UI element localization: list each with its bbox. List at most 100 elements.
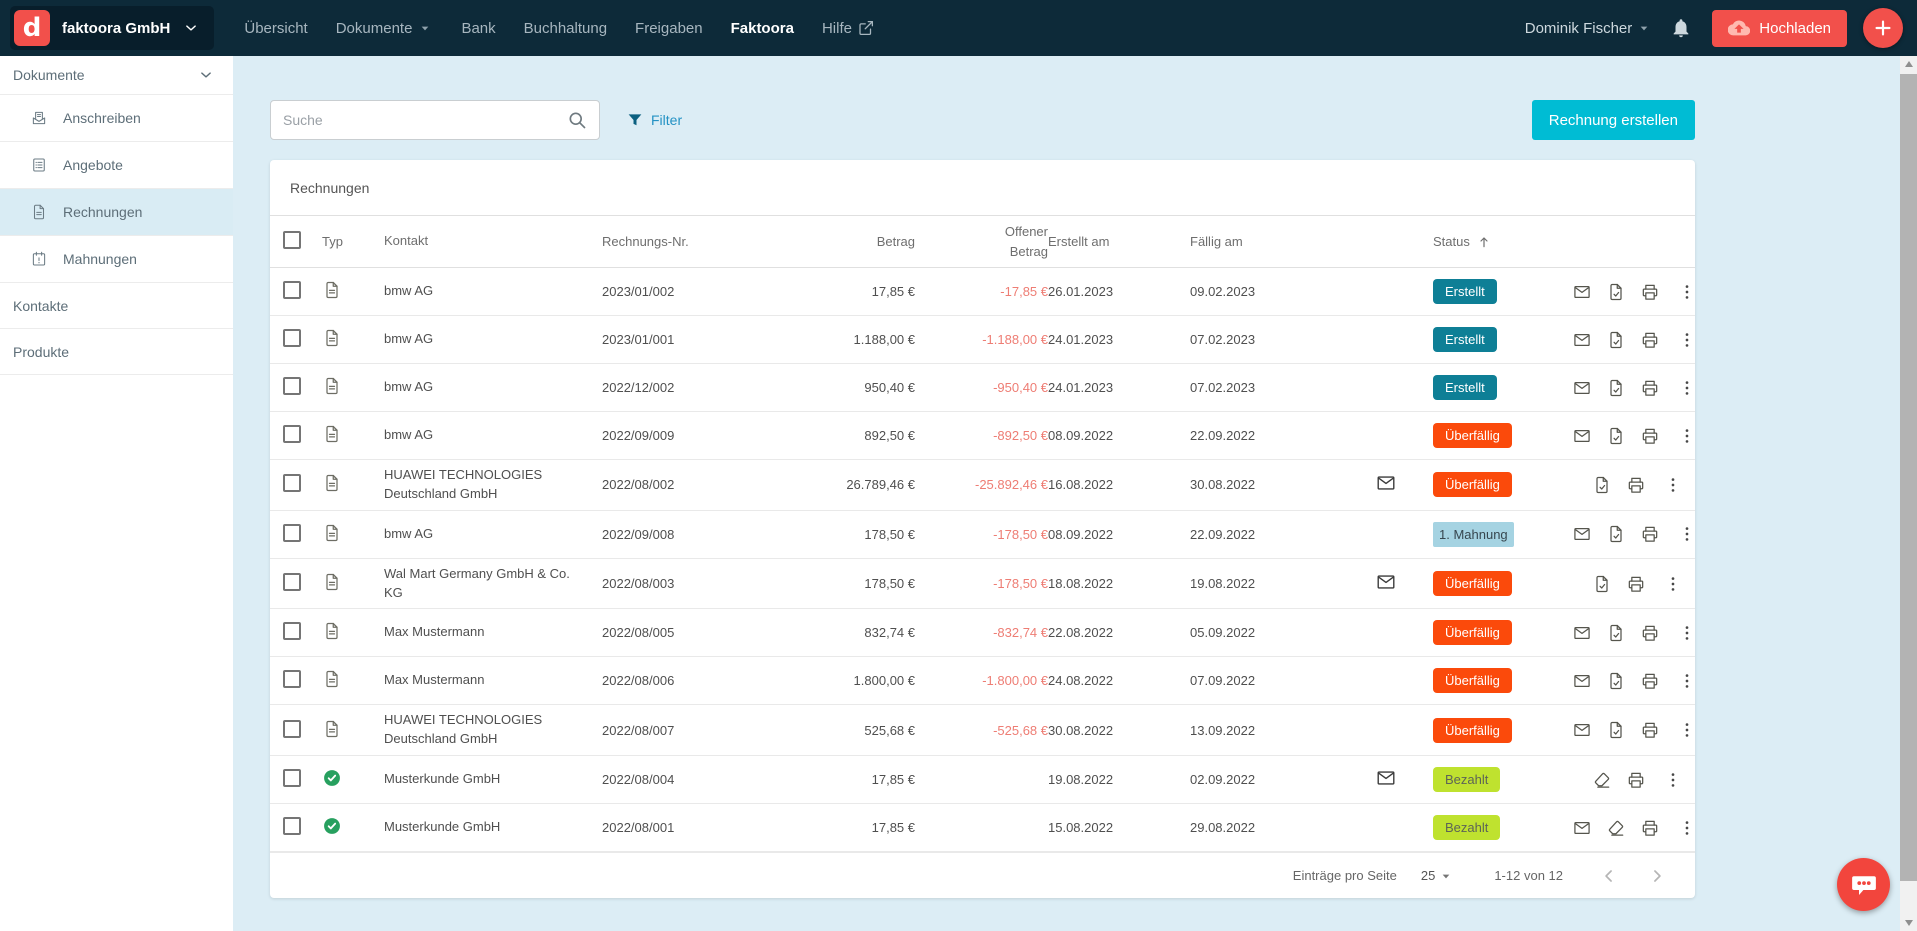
next-page-button[interactable] bbox=[1647, 866, 1667, 886]
row-checkbox[interactable] bbox=[283, 474, 301, 492]
file-check-button[interactable] bbox=[1599, 282, 1633, 302]
company-selector[interactable]: d faktoora GmbH bbox=[10, 6, 214, 50]
printer-button[interactable] bbox=[1633, 720, 1667, 740]
table-row[interactable]: Max Mustermann2022/08/0061.800,00 €-1.80… bbox=[270, 657, 1695, 705]
envelope-button[interactable] bbox=[1565, 818, 1599, 838]
file-check-button[interactable] bbox=[1599, 524, 1633, 544]
kebab-menu-button[interactable] bbox=[1667, 330, 1699, 350]
kebab-menu-button[interactable] bbox=[1667, 720, 1699, 740]
row-checkbox[interactable] bbox=[283, 377, 301, 395]
printer-button[interactable] bbox=[1633, 818, 1667, 838]
column-header-kontakt[interactable]: Kontakt bbox=[384, 226, 602, 257]
row-checkbox[interactable] bbox=[283, 281, 301, 299]
column-header-typ[interactable]: Typ bbox=[322, 228, 384, 255]
table-row[interactable]: Wal Mart Germany GmbH & Co. KG2022/08/00… bbox=[270, 559, 1695, 610]
sidebar-item-mahnungen[interactable]: Mahnungen bbox=[0, 236, 233, 283]
column-header-faellig-am[interactable]: Fällig am bbox=[1190, 228, 1338, 255]
table-row[interactable]: bmw AG2023/01/0011.188,00 €-1.188,00 €24… bbox=[270, 316, 1695, 364]
printer-button[interactable] bbox=[1619, 770, 1653, 790]
prev-page-button[interactable] bbox=[1599, 866, 1619, 886]
scrollbar-up-arrow[interactable] bbox=[1900, 56, 1917, 72]
envelope-button[interactable] bbox=[1565, 378, 1599, 398]
add-button[interactable] bbox=[1863, 8, 1903, 48]
printer-button[interactable] bbox=[1633, 623, 1667, 643]
scrollbar[interactable] bbox=[1900, 56, 1917, 931]
envelope-button[interactable] bbox=[1565, 671, 1599, 691]
envelope-button[interactable] bbox=[1565, 720, 1599, 740]
nav-item-buchhaltung[interactable]: Buchhaltung bbox=[510, 0, 621, 56]
printer-button[interactable] bbox=[1619, 475, 1653, 495]
printer-button[interactable] bbox=[1633, 524, 1667, 544]
file-check-button[interactable] bbox=[1599, 330, 1633, 350]
printer-button[interactable] bbox=[1633, 378, 1667, 398]
scrollbar-down-arrow[interactable] bbox=[1900, 915, 1917, 931]
row-checkbox[interactable] bbox=[283, 425, 301, 443]
sidebar-item-angebote[interactable]: Angebote bbox=[0, 142, 233, 189]
row-checkbox[interactable] bbox=[283, 329, 301, 347]
kebab-menu-button[interactable] bbox=[1667, 378, 1699, 398]
row-checkbox[interactable] bbox=[283, 524, 301, 542]
nav-item-übersicht[interactable]: Übersicht bbox=[230, 0, 321, 56]
column-header-erstellt-am[interactable]: Erstellt am bbox=[1048, 228, 1190, 255]
printer-button[interactable] bbox=[1619, 574, 1653, 594]
sidebar-section-produkte[interactable]: Produkte bbox=[0, 329, 233, 375]
kebab-menu-button[interactable] bbox=[1667, 818, 1699, 838]
file-check-button[interactable] bbox=[1599, 426, 1633, 446]
filter-button[interactable]: Filter bbox=[626, 111, 682, 129]
nav-item-faktoora[interactable]: Faktoora bbox=[717, 0, 808, 56]
user-menu[interactable]: Dominik Fischer bbox=[1525, 20, 1653, 37]
sidebar-group-dokumente[interactable]: Dokumente bbox=[0, 56, 233, 95]
sidebar-item-anschreiben[interactable]: Anschreiben bbox=[0, 95, 233, 142]
printer-button[interactable] bbox=[1633, 671, 1667, 691]
printer-button[interactable] bbox=[1633, 330, 1667, 350]
table-row[interactable]: Musterkunde GmbH2022/08/00417,85 €19.08.… bbox=[270, 756, 1695, 804]
kebab-menu-button[interactable] bbox=[1667, 426, 1699, 446]
kebab-menu-button[interactable] bbox=[1653, 475, 1685, 495]
kebab-menu-button[interactable] bbox=[1653, 770, 1685, 790]
sidebar-item-rechnungen[interactable]: Rechnungen bbox=[0, 189, 233, 236]
table-row[interactable]: bmw AG2022/09/009892,50 €-892,50 €08.09.… bbox=[270, 412, 1695, 460]
column-header-offener-betrag[interactable]: Offener Betrag bbox=[915, 216, 1048, 267]
file-check-button[interactable] bbox=[1599, 720, 1633, 740]
nav-item-hilfe[interactable]: Hilfe bbox=[808, 0, 889, 56]
sidebar-section-kontakte[interactable]: Kontakte bbox=[0, 283, 233, 329]
file-check-button[interactable] bbox=[1599, 623, 1633, 643]
kebab-menu-button[interactable] bbox=[1667, 524, 1699, 544]
create-invoice-button[interactable]: Rechnung erstellen bbox=[1532, 100, 1695, 140]
column-header-betrag[interactable]: Betrag bbox=[770, 228, 915, 255]
search-icon[interactable] bbox=[567, 110, 587, 130]
table-row[interactable]: HUAWEI TECHNOLOGIES Deutschland GmbH2022… bbox=[270, 460, 1695, 511]
kebab-menu-button[interactable] bbox=[1667, 671, 1699, 691]
scrollbar-thumb[interactable] bbox=[1900, 74, 1917, 881]
table-row[interactable]: HUAWEI TECHNOLOGIES Deutschland GmbH2022… bbox=[270, 705, 1695, 756]
table-row[interactable]: Max Mustermann2022/08/005832,74 €-832,74… bbox=[270, 609, 1695, 657]
envelope-button[interactable] bbox=[1565, 524, 1599, 544]
upload-button[interactable]: Hochladen bbox=[1712, 10, 1847, 47]
printer-button[interactable] bbox=[1633, 426, 1667, 446]
envelope-button[interactable] bbox=[1565, 623, 1599, 643]
nav-item-bank[interactable]: Bank bbox=[447, 0, 509, 56]
printer-button[interactable] bbox=[1633, 282, 1667, 302]
envelope-button[interactable] bbox=[1565, 426, 1599, 446]
kebab-menu-button[interactable] bbox=[1667, 282, 1699, 302]
file-check-button[interactable] bbox=[1585, 574, 1619, 594]
column-header-status[interactable]: Status bbox=[1433, 228, 1565, 256]
search-input[interactable] bbox=[283, 112, 567, 128]
column-header-rechnungs-nr[interactable]: Rechnungs-Nr. bbox=[602, 228, 770, 255]
table-row[interactable]: bmw AG2022/12/002950,40 €-950,40 €24.01.… bbox=[270, 364, 1695, 412]
kebab-menu-button[interactable] bbox=[1653, 574, 1685, 594]
file-check-button[interactable] bbox=[1585, 475, 1619, 495]
select-all-checkbox[interactable] bbox=[283, 231, 301, 249]
row-checkbox[interactable] bbox=[283, 720, 301, 738]
row-checkbox[interactable] bbox=[283, 670, 301, 688]
row-checkbox[interactable] bbox=[283, 769, 301, 787]
eraser-button[interactable] bbox=[1585, 770, 1619, 790]
nav-item-freigaben[interactable]: Freigaben bbox=[621, 0, 717, 56]
row-checkbox[interactable] bbox=[283, 817, 301, 835]
notifications-button[interactable] bbox=[1670, 17, 1692, 39]
envelope-button[interactable] bbox=[1565, 282, 1599, 302]
table-row[interactable]: bmw AG2023/01/00217,85 €-17,85 €26.01.20… bbox=[270, 268, 1695, 316]
envelope-button[interactable] bbox=[1565, 330, 1599, 350]
eraser-button[interactable] bbox=[1599, 818, 1633, 838]
per-page-select[interactable]: 25 bbox=[1421, 868, 1454, 884]
